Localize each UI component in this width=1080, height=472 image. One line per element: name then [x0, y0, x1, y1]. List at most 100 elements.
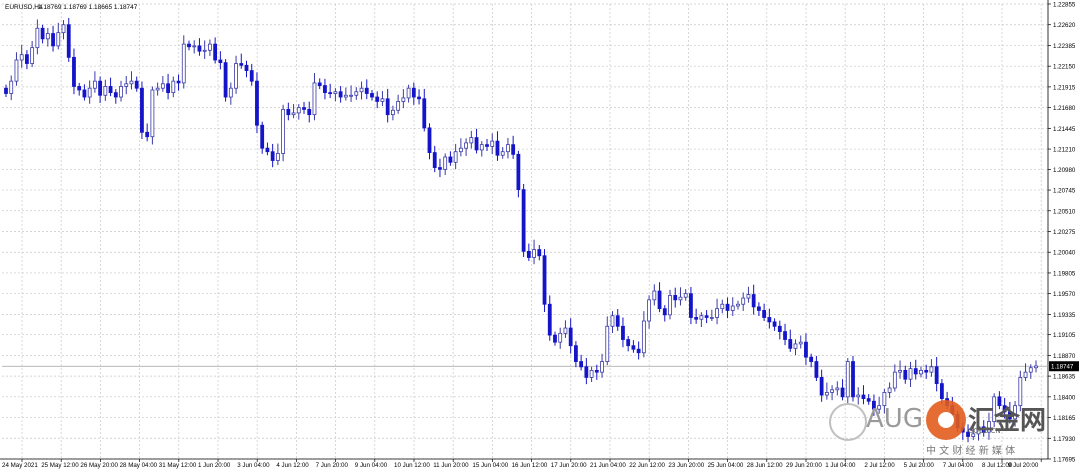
candle-bull — [275, 153, 280, 161]
x-tick-label: 7 Jun 20:00 — [316, 462, 349, 469]
candle-bull — [647, 299, 651, 322]
candle-bear — [725, 303, 730, 311]
candle-bull — [171, 80, 176, 94]
candle-bear — [662, 308, 667, 316]
x-tick-label: 7 Jul 04:00 — [943, 462, 974, 469]
candle-bull — [30, 47, 35, 64]
candle-bear — [762, 310, 767, 318]
candle-bear — [783, 331, 787, 340]
candle-bull — [919, 369, 923, 375]
candle-bear — [98, 80, 103, 96]
x-tick-label: 17 Jun 20:00 — [551, 462, 587, 469]
candle-bear — [140, 87, 144, 133]
candle-bull — [61, 24, 66, 34]
candle-bull — [35, 27, 40, 49]
candle-bear — [579, 361, 584, 368]
candle-bear — [594, 369, 599, 373]
candle-bear — [417, 96, 421, 100]
candle-bull — [741, 297, 746, 305]
candle-bear — [134, 80, 139, 89]
candle-bear — [187, 43, 191, 48]
y-tick-label: 1.20745 — [1053, 188, 1076, 195]
candle-bull — [709, 317, 714, 319]
candle-bull — [532, 249, 536, 258]
candle-bear — [553, 334, 557, 343]
watermark-brand-latin: AUG — [866, 404, 923, 434]
candle-bull — [9, 80, 14, 94]
candle-bear — [213, 43, 218, 61]
ohlc-label: 1.18769 1.18769 1.18665 1.18747 — [38, 4, 138, 11]
candle-bear — [317, 82, 322, 86]
y-tick-label: 1.19570 — [1053, 291, 1076, 298]
x-tick-label: 10 Jun 12:00 — [394, 462, 430, 469]
candle-bear — [260, 124, 265, 149]
candle-bear — [422, 98, 427, 129]
y-tick-label: 1.21680 — [1053, 105, 1076, 112]
candle-bull — [396, 101, 401, 111]
candle-bull — [898, 369, 902, 373]
axes: 1.18747 — [0, 0, 1079, 462]
y-tick-label: 1.19805 — [1053, 270, 1076, 277]
candle-bull — [312, 82, 317, 116]
candle-bear — [621, 325, 625, 340]
candle-bull — [443, 156, 448, 170]
candle-bull — [929, 366, 934, 373]
candle-bull — [87, 87, 92, 98]
candle-bear — [573, 345, 578, 362]
candle-bull — [343, 94, 348, 98]
candle-bull — [610, 315, 615, 327]
candle-bear — [427, 127, 432, 153]
candle-bull — [730, 305, 735, 311]
candle-bull — [192, 45, 197, 48]
candle-bear — [4, 87, 8, 94]
x-tick-label: 9 Jul 20:00 — [1008, 462, 1039, 469]
candle-bear — [511, 144, 516, 155]
candle-bear — [547, 303, 552, 336]
candle-bull — [354, 91, 359, 96]
candle-bear — [495, 140, 500, 156]
candle-bull — [349, 94, 353, 97]
candle-bull — [887, 387, 892, 393]
candle-bear — [145, 131, 150, 138]
candle-bear — [626, 339, 631, 347]
candle-bull — [103, 86, 108, 96]
candle-bull — [291, 112, 296, 116]
candle-bear — [485, 144, 489, 147]
candle-bear — [432, 152, 437, 168]
y-tick-label: 1.22385 — [1053, 43, 1076, 50]
candle-bull — [14, 59, 19, 82]
candle-bull — [19, 54, 24, 61]
candle-bull — [798, 341, 803, 345]
candle-bear — [364, 87, 369, 94]
candle-bull — [45, 33, 50, 40]
x-tick-label: 23 Jun 20:00 — [668, 462, 704, 469]
candle-bull — [406, 87, 411, 99]
candle-bull — [605, 325, 610, 362]
candle-bear — [448, 156, 453, 163]
candle-bear — [25, 54, 29, 64]
candles — [4, 18, 1038, 443]
candle-bear — [756, 306, 761, 311]
candle-bear — [474, 137, 479, 151]
candle-bull — [359, 87, 364, 93]
y-tick-label: 1.21210 — [1053, 147, 1076, 154]
candle-bear — [568, 327, 573, 347]
candle-bull — [56, 32, 61, 47]
candle-bull — [124, 83, 129, 87]
candle-bear — [903, 369, 908, 380]
candle-bull — [558, 332, 563, 343]
candle-bull — [641, 320, 646, 354]
candle-bear — [631, 345, 636, 350]
candle-bull — [715, 308, 719, 318]
y-tick-label: 1.17695 — [1053, 457, 1076, 464]
candle-bear — [370, 93, 374, 98]
candle-bull — [668, 295, 672, 316]
x-tick-label: 15 Jun 04:00 — [472, 462, 508, 469]
candle-bull — [391, 109, 395, 116]
y-tick-label: 1.21915 — [1053, 84, 1076, 91]
y-tick-label: 1.20275 — [1053, 229, 1076, 236]
candle-bear — [218, 59, 223, 64]
candle-bear — [323, 85, 327, 94]
x-tick-label: 5 Jul 20:00 — [904, 462, 935, 469]
candle-bear — [537, 249, 542, 257]
